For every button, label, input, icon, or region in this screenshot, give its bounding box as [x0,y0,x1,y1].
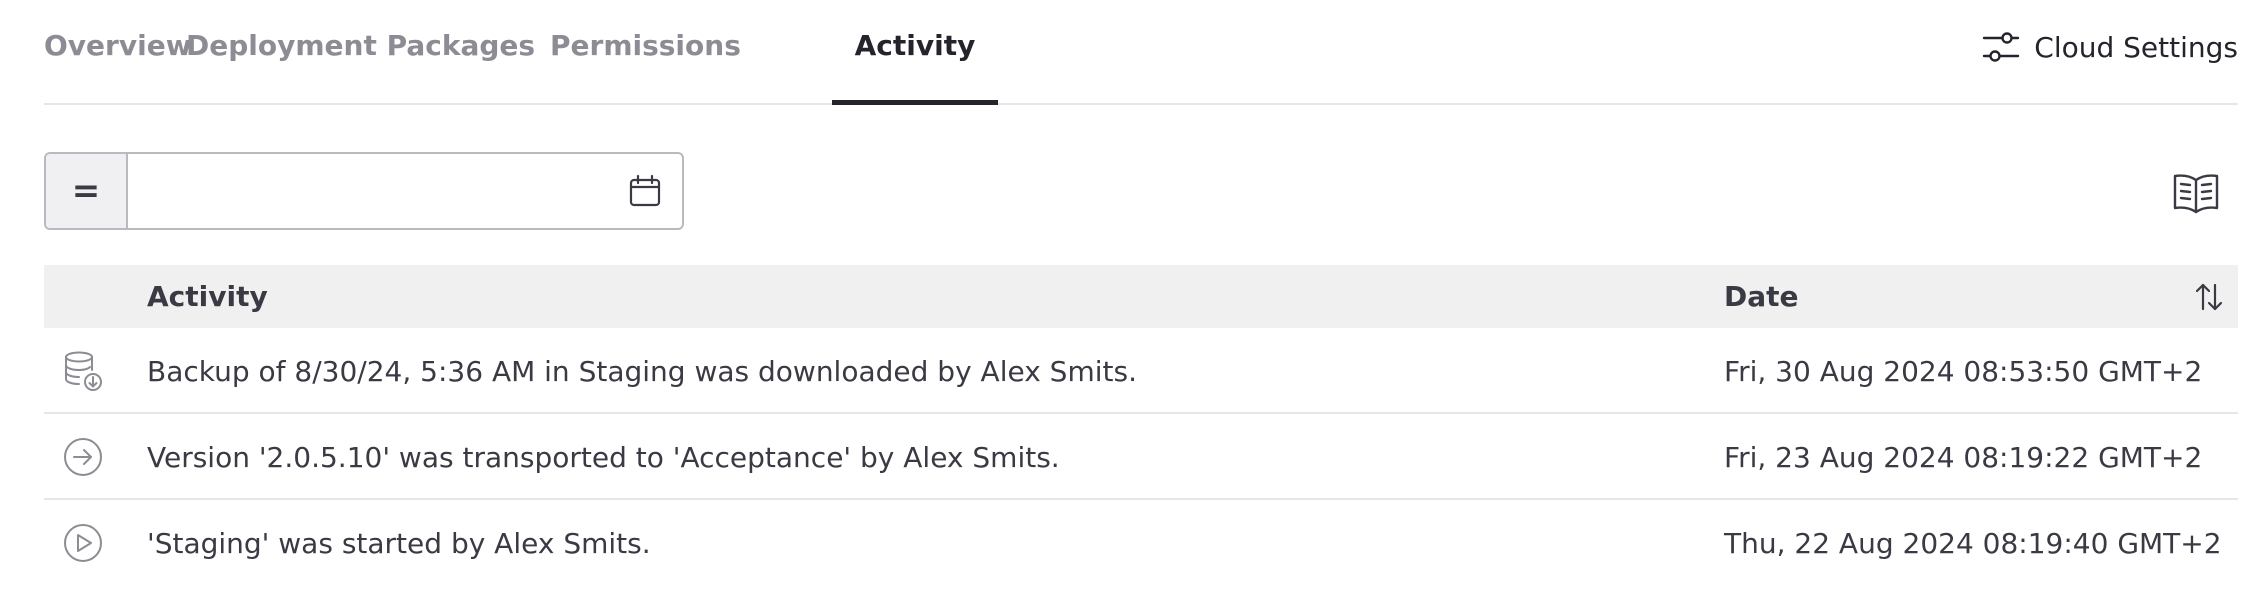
tab-deployment-packages[interactable]: Deployment Packages [186,0,535,103]
sort-arrows-icon[interactable] [2194,281,2224,313]
date-filter: = [44,152,684,230]
activity-date: Fri, 23 Aug 2024 08:19:22 GMT+2 [1724,441,2203,474]
sliders-icon [1983,32,2020,62]
date-input-wrapper [128,154,682,228]
tab-activity[interactable]: Activity [832,0,998,105]
activity-text: 'Staging' was started by Alex Smits. [147,527,651,560]
calendar-icon[interactable] [628,174,662,208]
table-header: Activity Date [44,265,2238,328]
open-book-icon[interactable] [2172,170,2220,214]
table-row: 'Staging' was started by Alex Smits. Thu… [44,500,2238,584]
activity-text: Version '2.0.5.10' was transported to 'A… [147,441,1060,474]
database-download-icon [65,351,102,391]
tab-permissions[interactable]: Permissions [550,0,741,103]
tab-overview[interactable]: Overview [44,0,192,103]
arrow-right-circle-icon [64,438,102,476]
activity-date: Thu, 22 Aug 2024 08:19:40 GMT+2 [1724,527,2222,560]
activity-date: Fri, 30 Aug 2024 08:53:50 GMT+2 [1724,355,2203,388]
cloud-settings-button[interactable]: Cloud Settings [1982,27,2238,67]
table-row: Backup of 8/30/24, 5:36 AM in Staging wa… [44,328,2238,414]
cloud-settings-label: Cloud Settings [2034,30,2238,64]
play-circle-icon [64,524,102,562]
column-header-activity: Activity [147,280,268,313]
table-row: Version '2.0.5.10' was transported to 'A… [44,414,2238,500]
activity-text: Backup of 8/30/24, 5:36 AM in Staging wa… [147,355,1137,388]
filter-operator-button[interactable]: = [46,154,128,228]
activity-table: Activity Date Backup of 8/30/24, 5:36 AM… [44,265,2238,584]
tab-bar: Overview Deployment Packages Permissions… [44,0,2238,105]
date-filter-input[interactable] [128,154,682,228]
column-header-date[interactable]: Date [1724,265,1799,328]
